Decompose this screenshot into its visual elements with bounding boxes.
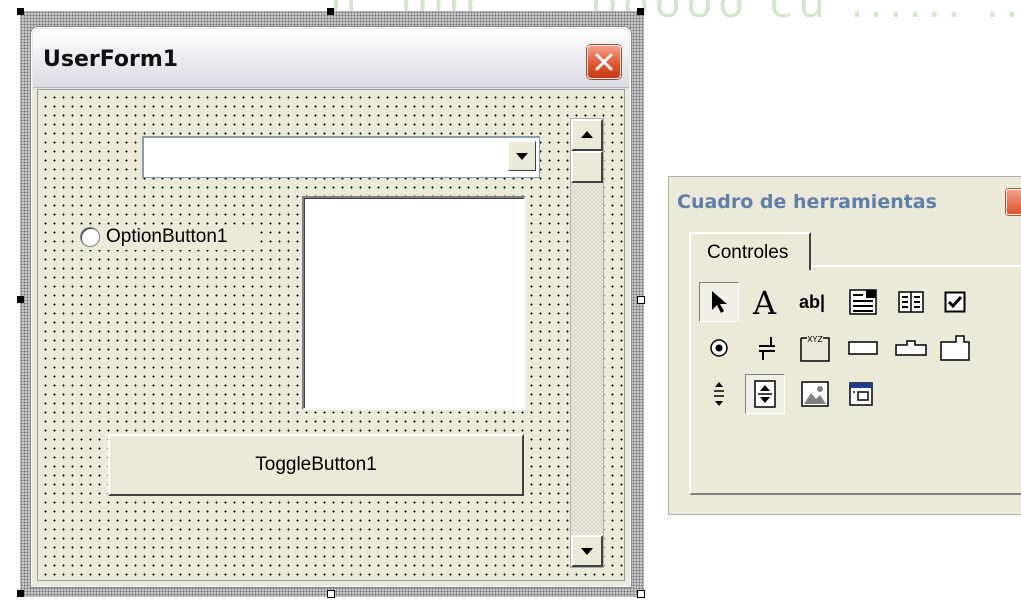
resize-handle-bottom[interactable] [327,590,335,598]
togglebutton-tool[interactable] [747,328,787,368]
close-button[interactable] [587,45,621,79]
radio-circle [80,227,100,247]
tabstrip-icon [895,340,927,356]
spinbutton-tool[interactable] [745,374,785,414]
checkbox-tool[interactable] [935,282,975,322]
refedit-tool[interactable] [841,374,881,414]
scroll-thumb[interactable] [571,151,603,183]
optionbutton-control[interactable]: OptionButton1 [80,226,260,250]
commandbutton-icon [848,341,878,355]
scrollbar-control[interactable] [570,118,604,568]
resize-handle-bottom-left[interactable] [17,590,24,597]
textbox-icon: ab| [799,292,826,312]
textbox-tool[interactable]: ab| [795,282,835,322]
arrow-up-icon [581,131,593,138]
resize-handle-top-right[interactable] [637,8,644,15]
combobox-control[interactable] [142,136,540,178]
resize-handle-left[interactable] [17,296,24,303]
scrollbar-icon [714,382,724,406]
resize-handle-right[interactable] [637,296,645,304]
tabstrip-tool[interactable] [891,328,931,368]
frame-tool[interactable]: XYZ [795,328,835,368]
frame-icon-text: XYZ [807,335,823,344]
userform-design-grid[interactable]: OptionButton1 ToggleButton1 [37,89,625,581]
userform-window[interactable]: UserForm1 OptionButton1 ToggleButton1 [30,26,632,588]
resize-handle-top-left[interactable] [17,8,24,15]
userform-titlebar[interactable]: UserForm1 [33,29,629,88]
multipage-icon [940,335,970,361]
pointer-icon [712,291,727,313]
combobox-icon [849,289,877,315]
toolbox-close-button[interactable] [1006,189,1021,215]
optionbutton-tool[interactable] [699,328,739,368]
optionbutton-label: OptionButton1 [106,226,228,247]
label-tool[interactable]: A [747,282,787,322]
togglebutton-control[interactable]: ToggleButton1 [108,434,524,496]
tab-label: Controles [707,242,789,263]
scroll-up-button[interactable] [571,119,603,151]
pointer-tool[interactable] [699,282,739,322]
combobox-dropdown-button[interactable] [508,141,536,171]
frame-icon: XYZ [800,335,830,362]
resize-handle-top[interactable] [327,8,334,15]
listbox-control[interactable] [302,196,526,410]
arrow-down-icon [581,548,593,555]
spinbutton-icon [754,380,776,408]
scroll-down-button[interactable] [571,535,603,567]
chevron-down-icon [516,153,528,160]
scrollbar-tool[interactable] [699,374,739,414]
togglebutton-icon [759,337,775,360]
refedit-icon [849,382,873,406]
commandbutton-tool[interactable] [843,328,883,368]
listbox-tool[interactable] [891,282,931,322]
listbox-icon [898,291,924,313]
image-tool[interactable] [795,374,835,414]
optionbutton-icon [710,339,728,357]
close-icon [595,53,613,71]
checkbox-icon [944,291,966,313]
multipage-tool[interactable] [935,328,975,368]
combobox-tool[interactable] [843,282,883,322]
toolbox-title: Cuadro de herramientas [677,191,937,213]
label-icon: A [753,284,777,322]
tab-controles[interactable]: Controles [689,232,811,270]
toolbox-window[interactable]: Cuadro de herramientas Controles A ab| X… [668,176,1021,515]
image-icon [801,381,829,407]
resize-handle-bottom-right[interactable] [637,590,645,598]
userform-title: UserForm1 [43,47,179,72]
